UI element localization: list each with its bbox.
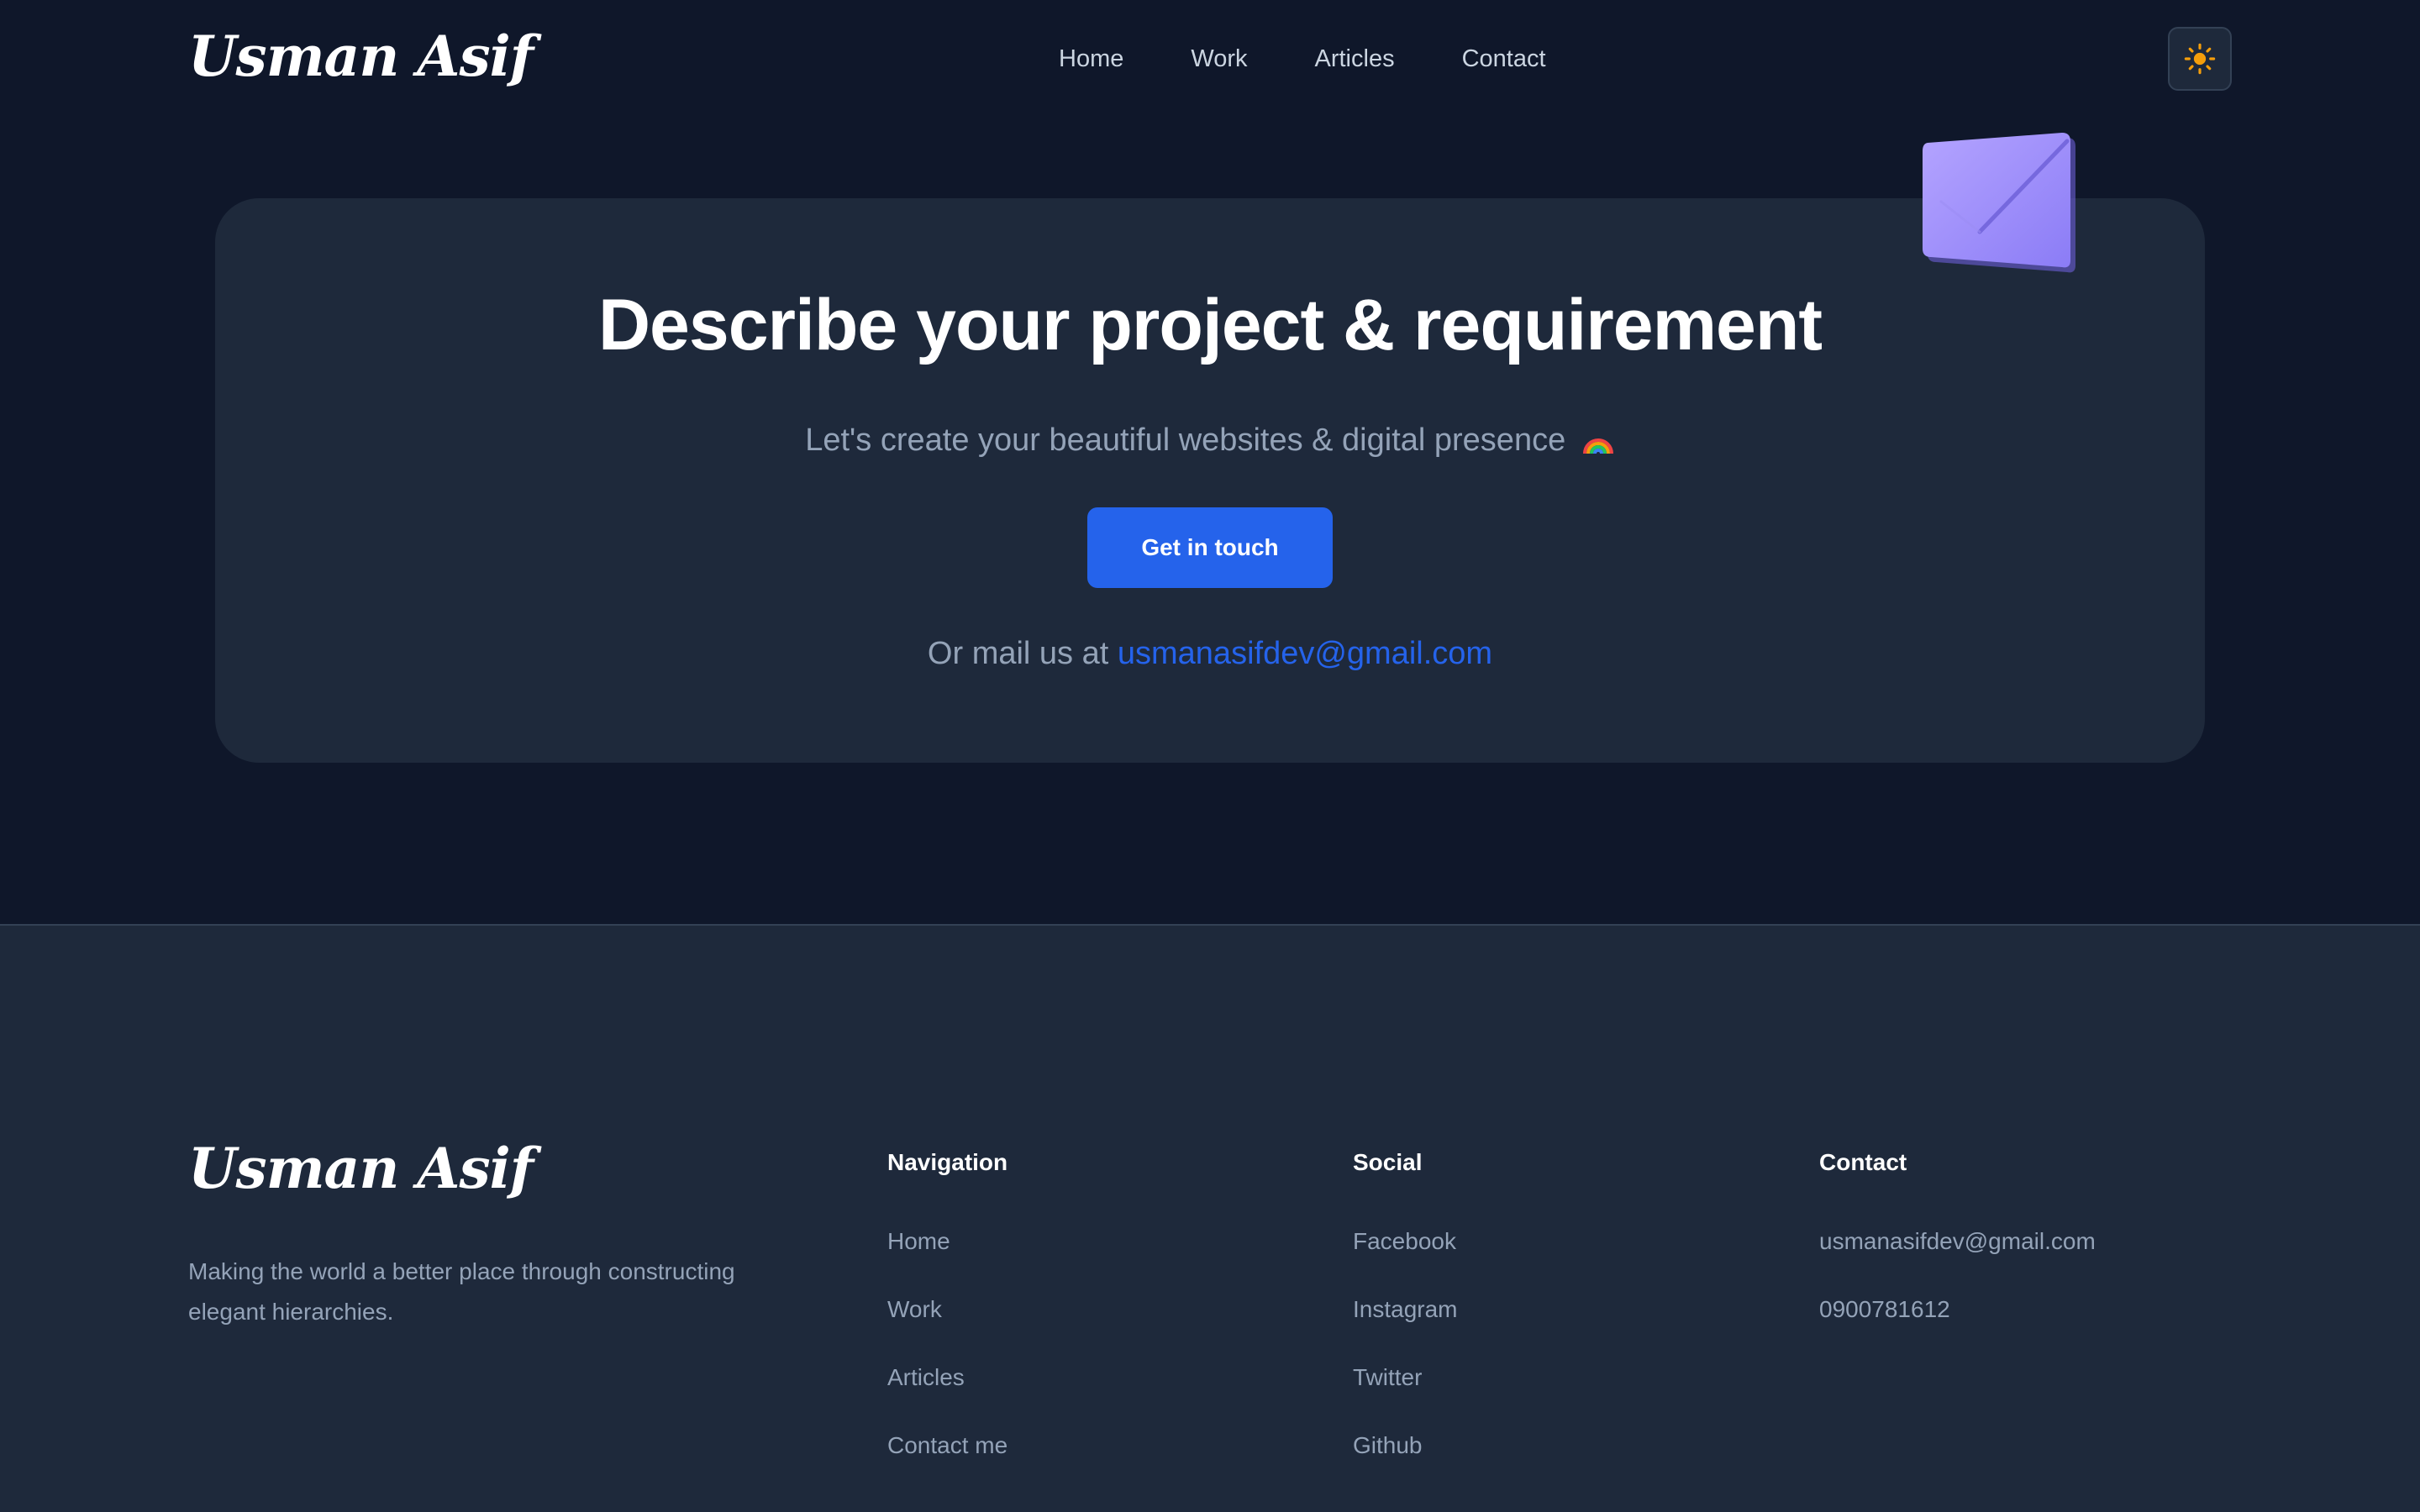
footer-contact-column: Contact usmanasifdev@gmail.com 090078161… [1819,1146,2096,1361]
sun-icon [2184,43,2216,75]
footer-link-articles[interactable]: Articles [887,1361,1007,1394]
main-nav: Home Work Articles Contact [1059,44,1546,74]
footer-logo[interactable]: Usman Asif [188,1141,534,1196]
footer-navigation-column: Navigation Home Work Articles Contact me [887,1146,1007,1497]
cta-mail-prefix: Or mail us at [927,636,1109,671]
cta-subtitle-text: Let's create your beautiful websites & d… [805,423,1566,458]
footer-social-heading: Social [1353,1149,1423,1175]
footer-contact-phone[interactable]: 0900781612 [1819,1293,2096,1326]
footer-contact-email[interactable]: usmanasifdev@gmail.com [1819,1225,2096,1258]
contact-cta-card: Describe your project & requirement Let'… [215,198,2205,763]
cta-title: Describe your project & requirement [597,285,1823,365]
cta-email-link[interactable]: usmanasifdev@gmail.com [1118,636,1492,671]
nav-link-articles[interactable]: Articles [1315,44,1395,74]
footer-tagline: Making the world a better place through … [188,1258,735,1325]
footer-navigation-heading: Navigation [887,1149,1008,1175]
footer-link-instagram[interactable]: Instagram [1353,1293,1458,1326]
rainbow-icon [1582,438,1613,454]
get-in-touch-button[interactable]: Get in touch [1087,507,1333,588]
site-footer: Usman Asif Making the world a better pla… [0,924,2420,1512]
cta-subtitle: Let's create your beautiful websites & d… [215,420,2205,461]
footer-contact-heading: Contact [1819,1149,1907,1175]
header-logo[interactable]: Usman Asif [188,29,534,84]
footer-link-contact-me[interactable]: Contact me [887,1429,1007,1462]
footer-link-facebook[interactable]: Facebook [1353,1225,1458,1258]
nav-link-work[interactable]: Work [1191,44,1247,74]
footer-link-github[interactable]: Github [1353,1429,1458,1462]
site-header: Usman Asif Home Work Articles Contact [0,0,2420,118]
nav-link-contact[interactable]: Contact [1462,44,1546,74]
footer-link-twitter[interactable]: Twitter [1353,1361,1458,1394]
envelope-icon [1923,133,2075,273]
footer-social-column: Social Facebook Instagram Twitter Github [1353,1146,1458,1497]
page: Usman Asif Home Work Articles Contact De… [0,0,2420,1512]
nav-link-home[interactable]: Home [1059,44,1123,74]
footer-link-home[interactable]: Home [887,1225,1007,1258]
theme-toggle-button[interactable] [2168,27,2232,91]
footer-link-work[interactable]: Work [887,1293,1007,1326]
cta-mail-line: Or mail us at usmanasifdev@gmail.com [215,633,2205,675]
